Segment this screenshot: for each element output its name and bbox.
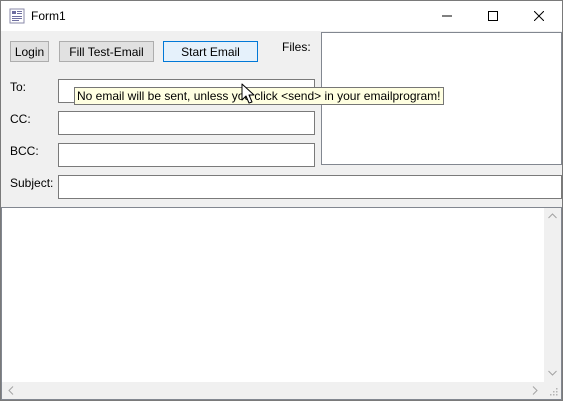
to-label: To: [10, 80, 27, 94]
scroll-left-icon[interactable] [8, 386, 14, 395]
bcc-label: BCC: [10, 144, 39, 158]
window-title: Form1 [31, 9, 66, 23]
login-button[interactable]: Login [10, 41, 49, 62]
minimize-button[interactable] [424, 1, 470, 31]
files-label: Files: [282, 40, 311, 54]
subject-label: Subject: [10, 176, 54, 190]
mouse-cursor-icon [241, 83, 255, 104]
form-client-area: Login Fill Test-Email Start Email Files:… [1, 31, 562, 400]
scroll-right-icon[interactable] [532, 386, 538, 395]
scroll-down-icon[interactable] [548, 370, 557, 376]
cc-field[interactable] [58, 111, 315, 135]
close-icon [534, 11, 544, 21]
size-grip-icon [550, 388, 558, 396]
title-bar[interactable]: Form1 [1, 1, 562, 31]
minimize-icon [442, 15, 452, 17]
start-email-button[interactable]: Start Email [163, 41, 258, 62]
scroll-up-icon[interactable] [548, 213, 557, 219]
close-button[interactable] [516, 1, 562, 31]
cc-label: CC: [10, 112, 31, 126]
bcc-field[interactable] [58, 143, 315, 167]
size-grip[interactable] [544, 382, 561, 399]
maximize-button[interactable] [470, 1, 516, 31]
vertical-scrollbar[interactable] [544, 208, 561, 382]
fill-test-email-button[interactable]: Fill Test-Email [59, 41, 154, 62]
email-body-textarea[interactable] [1, 207, 562, 400]
maximize-icon [488, 11, 498, 21]
subject-field[interactable] [58, 175, 562, 199]
start-email-tooltip: No email will be sent, unless you click … [74, 87, 444, 105]
main-window: Form1 Login Fill Test-Email Start Email … [0, 0, 563, 401]
horizontal-scrollbar[interactable] [2, 382, 544, 399]
app-icon [9, 8, 25, 24]
